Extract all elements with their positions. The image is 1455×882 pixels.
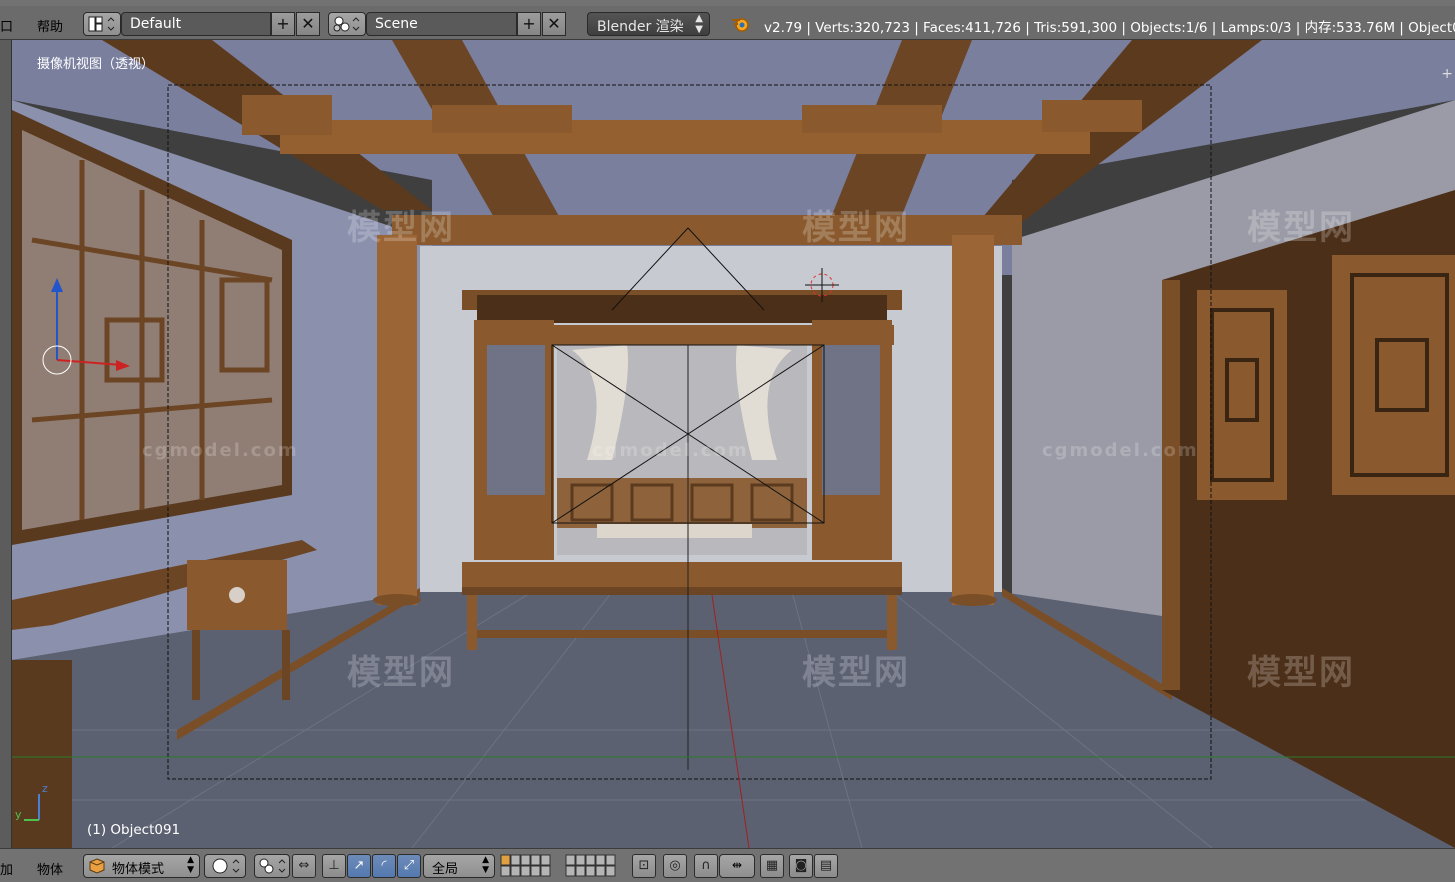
snap-target-icon[interactable]: ▦ [760, 854, 784, 878]
watermark-url-3: cgmodel.com [1042, 440, 1199, 461]
chevron-updown-icon: ▲ ▼ [695, 13, 703, 35]
scene-icon [333, 16, 360, 32]
manipulator-rotate-icon[interactable]: ◜ [372, 854, 396, 878]
mode-label: 物体模式 [112, 862, 165, 877]
chevron-updown-icon: ▲ ▼ [482, 855, 489, 875]
cube-icon [89, 858, 105, 874]
render-film-icon[interactable]: ▤ [814, 854, 838, 878]
scene-statistics: v2.79 | Verts:320,723 | Faces:411,726 | … [764, 20, 1455, 36]
watermark-url-1: cgmodel.com [142, 440, 299, 461]
render-engine-label: Blender 渲染 [597, 19, 684, 35]
remove-scene-button[interactable]: ✕ [542, 12, 566, 36]
watermark-5: 模型网 [802, 653, 910, 693]
shading-sphere-icon [212, 858, 240, 874]
viewport-title: 摄像机视图（透视） [37, 57, 155, 72]
manipulator-toggle-icon[interactable]: ⊥ [322, 854, 346, 878]
viewport-shading-selector[interactable] [204, 854, 246, 878]
lock-icon[interactable]: ⊡ [632, 854, 656, 878]
screen-layout-selector[interactable] [83, 12, 121, 36]
blender-logo-icon [732, 18, 749, 32]
scene-name[interactable]: Scene [366, 12, 517, 36]
pivot-point-selector[interactable] [254, 854, 290, 878]
watermark-2: 模型网 [802, 208, 910, 248]
manipulator-scale-icon[interactable]: ⤢ [397, 854, 421, 878]
info-header: 口 帮助 Default + ✕ Scene + ✕ Blender 渲染 ▲ ▼… [0, 6, 1455, 40]
pivot-icon [259, 858, 286, 874]
add-screen-button[interactable]: + [271, 12, 295, 36]
properties-toggle-icon[interactable]: + [1441, 66, 1453, 82]
watermark-1: 模型网 [347, 208, 455, 248]
layer-grid-icon[interactable] [500, 854, 625, 878]
add-scene-button[interactable]: + [517, 12, 541, 36]
menu-object[interactable]: 物体 [37, 859, 63, 878]
snap-element-selector[interactable]: ⇹ [719, 854, 755, 878]
axis-z-label: z [42, 782, 48, 795]
mode-selector[interactable]: 物体模式 ▲ ▼ [83, 854, 200, 878]
snap-increment-icon: ⇹ [731, 858, 743, 872]
3d-viewport[interactable]: 模型网 模型网 模型网 模型网 模型网 模型网 cgmodel.com cgmo… [12, 40, 1455, 848]
render-camera-icon[interactable]: ◙ [789, 854, 813, 878]
transform-orientation-selector[interactable]: 全局 ▲ ▼ [423, 854, 495, 878]
menu-window-partial[interactable]: 口 [0, 16, 13, 35]
manipulator-center-icon[interactable]: ⇔ [292, 854, 316, 878]
transform-orientation-label: 全局 [432, 862, 459, 877]
menu-help[interactable]: 帮助 [37, 16, 63, 35]
watermark-4: 模型网 [347, 653, 455, 693]
remove-screen-button[interactable]: ✕ [296, 12, 320, 36]
axis-y-label: y [15, 808, 22, 821]
watermark-url-2: cgmodel.com [592, 440, 749, 461]
layout-icon [88, 16, 115, 32]
watermark-6: 模型网 [1247, 653, 1355, 693]
render-engine-selector[interactable]: Blender 渲染 ▲ ▼ [587, 12, 710, 36]
menu-add-partial[interactable]: 加 [0, 859, 13, 878]
watermark-3: 模型网 [1247, 208, 1355, 248]
toolshelf-edge[interactable] [0, 40, 12, 848]
chevron-updown-icon: ▲ ▼ [187, 855, 194, 875]
3d-view-header: 加 物体 物体模式 ▲ ▼ ⇔ ⊥ ↗ ◜ ⤢ 全局 ▲ ▼ ⊡ ◎ ∩ ⇹ ▦… [0, 848, 1455, 882]
active-object-label: (1) Object091 [87, 822, 181, 838]
manipulator-translate-icon[interactable]: ↗ [347, 854, 371, 878]
scene-selector[interactable] [328, 12, 366, 36]
snap-icon[interactable]: ∩ [694, 854, 718, 878]
proportional-edit-icon[interactable]: ◎ [663, 854, 687, 878]
screen-layout-name[interactable]: Default [121, 12, 271, 36]
